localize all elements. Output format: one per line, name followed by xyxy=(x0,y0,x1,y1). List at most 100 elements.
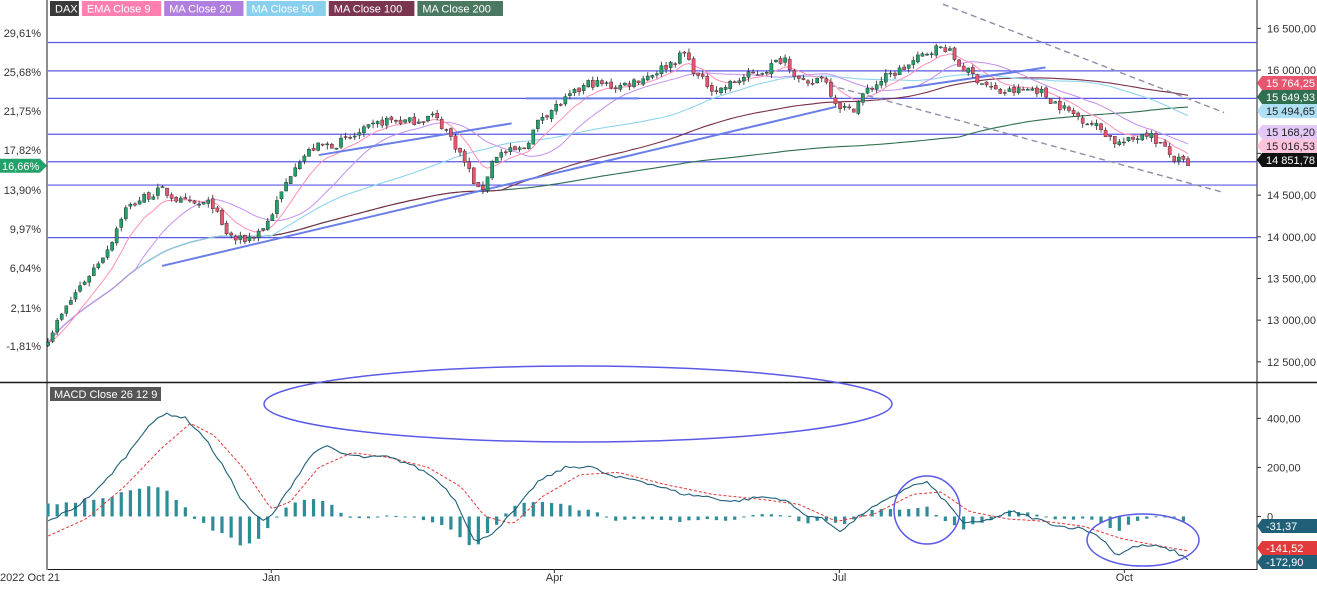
candle-body xyxy=(893,72,897,76)
histogram-bar xyxy=(495,516,499,525)
candle-body xyxy=(696,72,700,76)
candle-body xyxy=(320,143,325,146)
histogram-bar xyxy=(55,504,59,517)
candle xyxy=(1140,133,1145,141)
histogram-bar xyxy=(128,490,133,517)
candle-body xyxy=(279,191,284,200)
candle-body xyxy=(1131,136,1135,140)
candle-body xyxy=(760,73,765,75)
candle-body xyxy=(581,85,586,91)
histogram-bar xyxy=(1136,516,1140,521)
pct-tick-label: 25,68% xyxy=(4,67,42,79)
candle-body xyxy=(1177,156,1181,162)
histogram-bar xyxy=(238,516,242,546)
candle-body xyxy=(682,51,687,54)
candle-body xyxy=(1039,89,1044,94)
candle-body xyxy=(357,132,362,136)
candle-body xyxy=(829,81,833,97)
macd-value-label: -141,52 xyxy=(1266,543,1303,555)
price-label-text: 14 851,78 xyxy=(1266,155,1315,167)
histogram-bar xyxy=(604,516,609,518)
candle-body xyxy=(888,72,893,75)
candle-body xyxy=(655,73,659,76)
pct-tick-label: 2,11% xyxy=(11,303,42,315)
candle-body xyxy=(124,207,128,220)
histogram-bar xyxy=(1035,514,1039,517)
candle-body xyxy=(128,203,133,207)
candle-body xyxy=(1003,92,1007,94)
candle-body xyxy=(156,187,160,196)
legend-label: MA Close 100 xyxy=(334,4,402,16)
candle-body xyxy=(46,342,50,346)
histogram-bar xyxy=(449,516,453,530)
candle-body xyxy=(1030,88,1035,91)
candle-body xyxy=(806,80,810,84)
histogram-bar xyxy=(879,509,883,517)
candle-body xyxy=(311,148,316,151)
candle xyxy=(691,56,696,77)
histogram-bar xyxy=(550,503,554,517)
histogram-bar xyxy=(696,516,700,521)
candle xyxy=(288,175,293,185)
histogram-bar xyxy=(302,499,306,517)
histogram-bar xyxy=(705,516,709,520)
candle-body xyxy=(316,142,320,151)
candle xyxy=(494,156,499,164)
candle-body xyxy=(604,82,609,84)
histogram-bar xyxy=(1117,516,1121,531)
candle-body xyxy=(632,79,636,87)
candle-body xyxy=(851,108,856,113)
candle-body xyxy=(238,235,243,240)
candle-body xyxy=(247,236,252,241)
x-tick-label: Jul xyxy=(832,572,846,584)
candle-body xyxy=(961,65,966,72)
candle-body xyxy=(787,58,792,71)
candle-body xyxy=(554,104,558,112)
histogram-bar xyxy=(147,486,151,517)
candle-body xyxy=(719,87,723,93)
candle-body xyxy=(911,60,916,65)
histogram-bar xyxy=(202,516,206,523)
candle-body xyxy=(87,276,92,283)
candle-body xyxy=(838,102,842,110)
candle-body xyxy=(352,135,357,138)
macd-value-label: -31,37 xyxy=(1266,521,1297,533)
candle-body xyxy=(82,281,87,285)
candle-body xyxy=(824,78,829,83)
histogram-bar xyxy=(83,498,87,517)
candle-body xyxy=(929,53,934,55)
candle-body xyxy=(1112,136,1117,145)
candle-body xyxy=(293,167,298,177)
candle-body xyxy=(1058,100,1062,110)
candle-body xyxy=(710,85,714,92)
histogram-bar xyxy=(211,516,215,531)
histogram-bar xyxy=(110,496,114,517)
candle-body xyxy=(1158,141,1163,144)
candle-body xyxy=(664,65,668,70)
histogram-bar xyxy=(257,516,261,539)
histogram-bar xyxy=(174,499,178,517)
candle-body xyxy=(183,197,188,200)
candle-body xyxy=(256,230,261,239)
candle-body xyxy=(920,53,925,57)
current-pct-label: 16,66% xyxy=(2,161,40,173)
histogram-bar xyxy=(394,516,398,518)
candle-body xyxy=(568,93,572,96)
histogram-bar xyxy=(714,516,719,521)
candle-body xyxy=(64,305,69,314)
candle-body xyxy=(842,105,847,108)
candle xyxy=(851,108,856,113)
candle-body xyxy=(819,76,824,79)
candle-body xyxy=(774,59,778,63)
histogram-bar xyxy=(1062,516,1066,519)
histogram-bar xyxy=(119,492,123,517)
candle-body xyxy=(421,121,426,123)
histogram-bar xyxy=(925,506,929,517)
candle-body xyxy=(705,75,710,87)
candle xyxy=(485,176,490,193)
price-label-text: 15 494,65 xyxy=(1266,106,1315,118)
candle-body xyxy=(178,197,183,203)
histogram-bar xyxy=(586,509,590,517)
candle-body xyxy=(412,116,417,126)
candle-body xyxy=(815,77,819,84)
